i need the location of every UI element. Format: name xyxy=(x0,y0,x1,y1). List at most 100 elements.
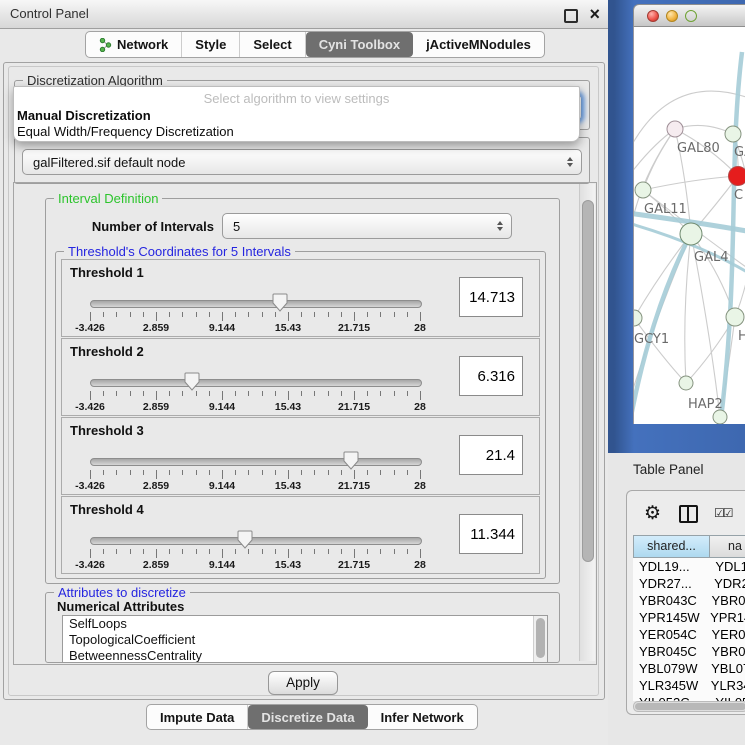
list-item-topologicalcoefficient[interactable]: TopologicalCoefficient xyxy=(63,632,547,648)
table-cell: YIL052C xyxy=(707,694,745,701)
table-panel-card: ⚙ ☑☑ shared...na YDL19...YDL19...YDR27..… xyxy=(626,490,745,715)
close-icon[interactable]: × xyxy=(589,2,600,26)
GAL4-node[interactable] xyxy=(680,223,702,245)
scrollbar-thumb[interactable] xyxy=(536,618,545,658)
vertical-scrollbar[interactable] xyxy=(579,184,595,661)
zoom-traffic-light-icon[interactable] xyxy=(685,10,697,22)
threshold-value-field[interactable]: 21.4 xyxy=(459,435,523,475)
minimize-traffic-light-icon[interactable] xyxy=(666,10,678,22)
apply-button[interactable]: Apply xyxy=(268,671,338,695)
network-edge xyxy=(685,234,691,383)
network-edge-thick xyxy=(634,234,691,422)
network-graph: GAL80GACGAL11GAL4GCY1HHAP2 xyxy=(634,27,745,424)
node-label-hap2: HAP2 xyxy=(688,397,723,412)
tab-discretize-data[interactable]: Discretize Data xyxy=(248,705,367,729)
node-label-gal80: GAL80 xyxy=(677,141,720,156)
slider-track[interactable] xyxy=(90,300,422,308)
GCY1-node[interactable] xyxy=(634,310,642,326)
app-root: Control Panel × NetworkStyleSelectCyni T… xyxy=(0,0,745,745)
tab-style[interactable]: Style xyxy=(182,32,240,57)
table-cell: YPR145W xyxy=(702,609,745,626)
column-header-na[interactable]: na xyxy=(710,535,745,558)
GAL80-node[interactable] xyxy=(667,121,683,137)
table-cell: YER054C xyxy=(633,626,703,643)
table-data-combo[interactable]: galFiltered.sif default node xyxy=(22,149,582,175)
red-node[interactable] xyxy=(729,167,745,186)
horizontal-scrollbar[interactable] xyxy=(633,701,745,712)
GAL11-node[interactable] xyxy=(635,182,651,198)
scrollbar-thumb[interactable] xyxy=(582,200,594,562)
table-panel: Table Panel ⚙ ☑☑ shared...na YDL19...YDL… xyxy=(608,453,745,745)
select-columns-checkboxes-icon[interactable]: ☑☑ xyxy=(714,506,732,520)
table-row[interactable]: YDL19...YDL19... xyxy=(633,558,745,575)
threshold-row-1: Threshold 1-3.4262.8599.14415.4321.71528… xyxy=(61,259,540,337)
tab-network[interactable]: Network xyxy=(86,32,182,57)
node-label-c: C xyxy=(734,188,743,203)
list-item-selfloops[interactable]: SelfLoops xyxy=(63,616,547,632)
tab-label: Infer Network xyxy=(381,710,464,725)
tab-label: Discretize Data xyxy=(261,710,354,725)
number-of-intervals-combo[interactable]: 5 xyxy=(222,213,512,239)
tab-label: Impute Data xyxy=(160,710,234,725)
table-cell: YBR045C xyxy=(703,643,745,660)
slider-thumb[interactable] xyxy=(184,372,200,391)
slider-thumb[interactable] xyxy=(272,293,288,312)
slider-thumb[interactable] xyxy=(237,530,253,549)
numerical-attributes-list[interactable]: SelfLoopsTopologicalCoefficientBetweenne… xyxy=(62,615,548,663)
tab-jactivemnodules[interactable]: jActiveMNodules xyxy=(413,32,544,57)
table-row[interactable]: YDR27...YDR27... xyxy=(633,575,745,592)
HAP2-node[interactable] xyxy=(679,376,693,390)
H-node[interactable] xyxy=(726,308,744,326)
node-label-ga: GA xyxy=(734,145,745,160)
list-scrollbar[interactable] xyxy=(533,616,547,662)
bottom-tabbar: Impute Data Discretize Data Infer Network xyxy=(146,704,478,730)
top-tabbar: Network StyleSelectCyni ToolboxjActiveMNo… xyxy=(85,31,545,58)
table-row[interactable]: YBL079WYBL079W xyxy=(633,660,745,677)
table-cell: YBL079W xyxy=(633,660,703,677)
table-row[interactable]: YBR043CYBR043C xyxy=(633,592,745,609)
network-canvas[interactable]: GAL80GACGAL11GAL4GCY1HHAP2 xyxy=(633,27,745,424)
table-cell: YDR27... xyxy=(633,575,706,592)
list-item-betweennesscentrality[interactable]: BetweennessCentrality xyxy=(63,648,547,663)
threshold-label: Threshold 3 xyxy=(70,423,144,438)
dropdown-option-manual-discretization[interactable]: Manual Discretization xyxy=(17,108,151,123)
table-row[interactable]: YLR345WYLR345W xyxy=(633,677,745,694)
table-cell: YBR043C xyxy=(703,592,745,609)
partial-bottom-node[interactable] xyxy=(713,410,727,424)
dropdown-option-equal-width-frequency-discretization[interactable]: Equal Width/Frequency Discretization xyxy=(17,124,234,139)
threshold-row-3: Threshold 3-3.4262.8599.14415.4321.71528… xyxy=(61,417,540,495)
split-columns-icon[interactable] xyxy=(679,505,698,523)
thresholds-group-title: Threshold's Coordinates for 5 Intervals xyxy=(64,244,295,259)
tab-infer-network[interactable]: Infer Network xyxy=(368,705,477,729)
tab-select[interactable]: Select xyxy=(240,32,305,57)
slider-track[interactable] xyxy=(90,458,422,466)
table-row[interactable]: YER054CYER054C xyxy=(633,626,745,643)
threshold-value-field[interactable]: 14.713 xyxy=(459,277,523,317)
table-row[interactable]: YIL052CYIL052C xyxy=(633,694,745,701)
partial-top-right-node[interactable] xyxy=(725,126,741,142)
scrollbar-thumb[interactable] xyxy=(635,703,745,710)
tab-label: Network xyxy=(117,37,168,52)
network-window-titlebar[interactable] xyxy=(633,4,745,27)
threshold-value-field[interactable]: 6.316 xyxy=(459,356,523,396)
tab-impute-data[interactable]: Impute Data xyxy=(147,705,248,729)
control-panel-window: Control Panel × NetworkStyleSelectCyni T… xyxy=(0,0,608,745)
dropdown-hint: Select algorithm to view settings xyxy=(14,91,579,106)
interval-definition-title: Interval Definition xyxy=(54,191,162,206)
network-edge xyxy=(634,129,675,177)
numerical-attributes-label: Numerical Attributes xyxy=(57,599,184,614)
table-row[interactable]: YPR145WYPR145W xyxy=(633,609,745,626)
slider-track[interactable] xyxy=(90,379,422,387)
column-header-shared-[interactable]: shared... xyxy=(633,535,710,558)
gear-icon[interactable]: ⚙ xyxy=(644,502,661,525)
slider-track[interactable] xyxy=(90,537,422,545)
slider-thumb[interactable] xyxy=(343,451,359,470)
network-edge xyxy=(643,176,738,190)
tab-cyni-toolbox[interactable]: Cyni Toolbox xyxy=(306,32,413,57)
table-row[interactable]: YBR045CYBR045C xyxy=(633,643,745,660)
float-window-icon[interactable] xyxy=(564,9,578,23)
table-cell: YDL19... xyxy=(633,558,707,575)
threshold-value-field[interactable]: 11.344 xyxy=(459,514,523,554)
close-traffic-light-icon[interactable] xyxy=(647,10,659,22)
algorithm-dropdown-popup: Select algorithm to view settings Manual… xyxy=(13,86,580,142)
